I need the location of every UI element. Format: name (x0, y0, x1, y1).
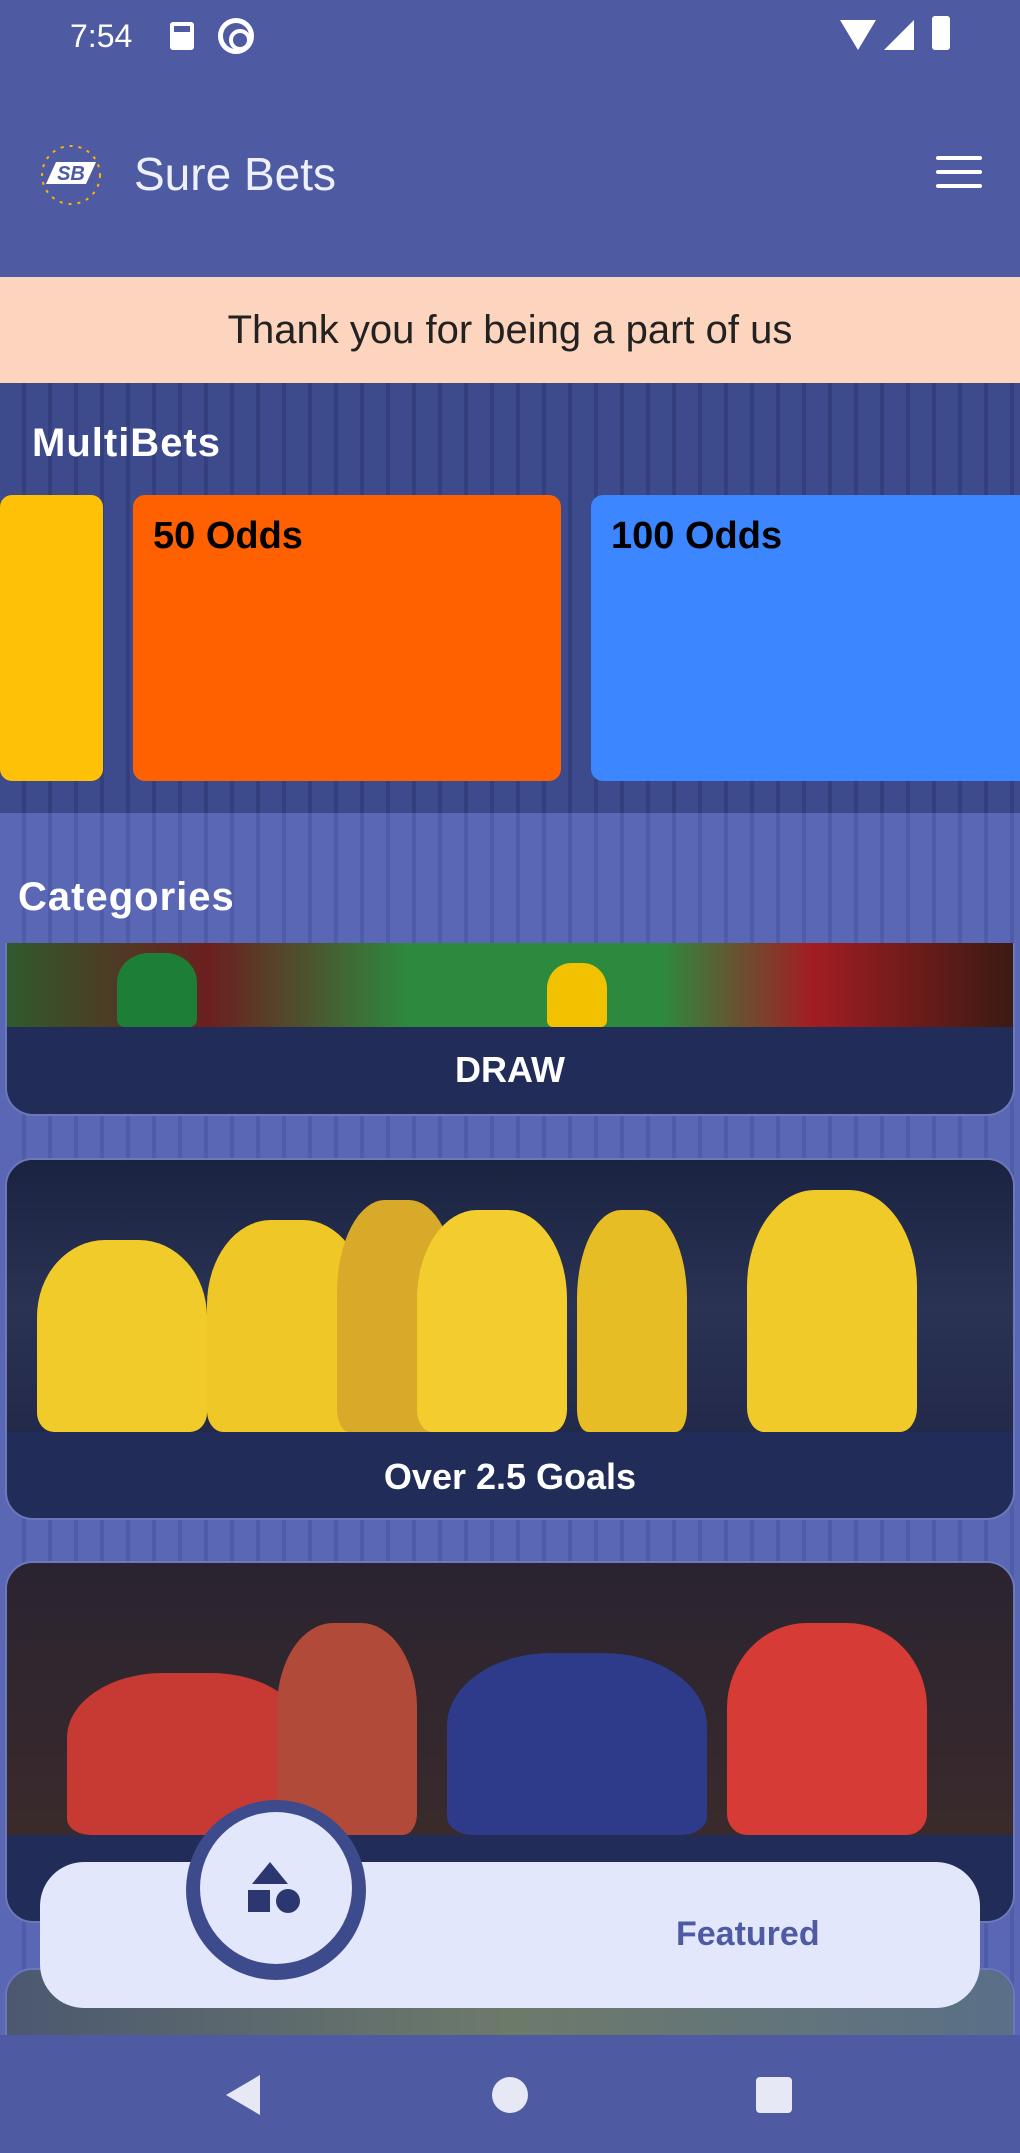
app-bar: SB Sure Bets (0, 72, 1020, 277)
back-icon[interactable] (226, 2075, 260, 2115)
multibets-section: MultiBets 50 Odds 100 Odds (0, 383, 1020, 813)
shapes-icon (248, 1862, 300, 1913)
status-time: 7:54 (70, 18, 133, 54)
over-goals-image (7, 1160, 1013, 1432)
logo-text: SB (57, 163, 85, 185)
status-bar: 7:54 (0, 0, 1020, 72)
category-card-draw[interactable]: DRAW (5, 943, 1015, 1116)
thank-you-banner: Thank you for being a part of us (0, 277, 1020, 383)
wifi-icon (840, 20, 876, 50)
main-content: MultiBets 50 Odds 100 Odds Categories DR… (0, 383, 1020, 2088)
at-icon (218, 18, 254, 54)
categories-fab[interactable] (200, 1812, 352, 1964)
categories-title: Categories (18, 875, 235, 919)
sd-card-icon (170, 22, 194, 50)
recent-apps-icon[interactable] (756, 2077, 792, 2113)
battery-icon (932, 16, 950, 50)
app-title: Sure Bets (134, 148, 336, 200)
odds-card-100[interactable]: 100 Odds (591, 495, 1020, 781)
bottom-navigation (40, 1862, 980, 2008)
category-card-over-2-5[interactable]: Over 2.5 Goals (5, 1158, 1015, 1520)
odds-card-label: 50 Odds (153, 515, 303, 557)
signal-icon (884, 20, 914, 50)
draw-image (7, 943, 1013, 1027)
home-icon[interactable] (492, 2077, 528, 2113)
menu-icon[interactable] (936, 156, 984, 192)
odds-card-partial[interactable] (0, 495, 103, 781)
odds-card-50[interactable]: 50 Odds (133, 495, 561, 781)
odds-card-label: 100 Odds (611, 515, 783, 557)
category-label: DRAW (455, 1049, 565, 1090)
featured-tab[interactable]: Featured (676, 1915, 820, 1954)
app-screen: 7:54 SB Sure Bets Thank you for being a … (0, 0, 1020, 2153)
multibets-title: MultiBets (32, 421, 221, 465)
app-logo: SB (41, 145, 101, 205)
fans-image (7, 1563, 1013, 1835)
category-label: Over 2.5 Goals (383, 1456, 637, 1497)
system-navigation-bar (0, 2035, 1020, 2153)
